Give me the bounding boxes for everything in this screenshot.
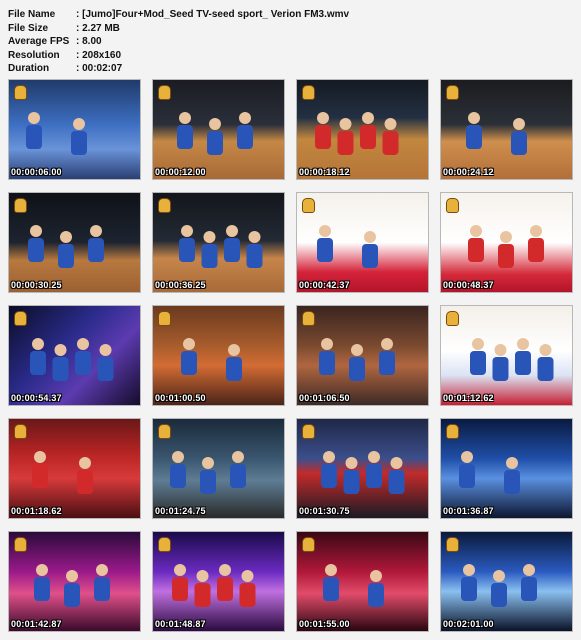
thumbnail-figures bbox=[317, 225, 378, 268]
thumbnail-timestamp: 00:00:06.00 bbox=[11, 167, 62, 177]
video-thumbnail[interactable]: 00:01:55.00 bbox=[296, 531, 429, 632]
channel-logo-icon bbox=[302, 424, 315, 439]
thumbnail-figures bbox=[28, 225, 104, 268]
thumbnail-timestamp: 00:02:01.00 bbox=[443, 619, 494, 629]
thumbnail-figures bbox=[172, 564, 256, 607]
thumbnail-timestamp: 00:00:30.25 bbox=[11, 280, 62, 290]
thumbnail-figures bbox=[319, 338, 395, 381]
channel-logo-icon bbox=[158, 424, 171, 439]
video-thumbnail[interactable]: 00:00:12.00 bbox=[152, 79, 285, 180]
thumbnail-timestamp: 00:01:55.00 bbox=[299, 619, 350, 629]
thumbnail-figures bbox=[34, 564, 110, 607]
channel-logo-icon bbox=[446, 198, 459, 213]
info-row-resolution: Resolution : 208x160 bbox=[8, 49, 349, 63]
video-thumbnail[interactable]: 00:01:12.62 bbox=[440, 305, 573, 406]
video-thumbnail[interactable]: 00:01:48.87 bbox=[152, 531, 285, 632]
video-thumbnail[interactable]: 00:00:30.25 bbox=[8, 192, 141, 293]
thumbnail-figures bbox=[179, 225, 263, 268]
thumbnail-timestamp: 00:01:00.50 bbox=[155, 393, 206, 403]
channel-logo-icon bbox=[158, 198, 171, 213]
thumbnail-figures bbox=[315, 112, 399, 155]
thumbnail-figures bbox=[170, 451, 246, 494]
thumbnail-figures bbox=[32, 451, 93, 494]
info-value: : 00:02:07 bbox=[76, 63, 123, 74]
channel-logo-icon bbox=[302, 537, 315, 552]
video-thumbnail[interactable]: 00:00:24.12 bbox=[440, 79, 573, 180]
thumbnail-figures bbox=[177, 112, 253, 155]
thumbnail-timestamp: 00:01:24.75 bbox=[155, 506, 206, 516]
video-thumbnail[interactable]: 00:01:36.87 bbox=[440, 418, 573, 519]
channel-logo-icon bbox=[446, 311, 459, 326]
video-thumbnail[interactable]: 00:01:00.50 bbox=[152, 305, 285, 406]
channel-logo-icon bbox=[158, 537, 171, 552]
thumbnail-grid: 00:00:06.00 00:00:12.00 00:00:18.12 00:00:2… bbox=[8, 79, 574, 635]
video-thumbnail[interactable]: 00:01:24.75 bbox=[152, 418, 285, 519]
thumbnail-timestamp: 00:01:36.87 bbox=[443, 506, 494, 516]
file-info-panel: File Name : [Jumo]Four+Mod_Seed TV-seed … bbox=[8, 8, 349, 76]
thumbnail-timestamp: 00:00:54.37 bbox=[11, 393, 62, 403]
thumbnail-figures bbox=[30, 338, 114, 381]
thumbnail-timestamp: 00:01:18.62 bbox=[11, 506, 62, 516]
info-row-file-name: File Name : [Jumo]Four+Mod_Seed TV-seed … bbox=[8, 8, 349, 22]
info-row-file-size: File Size : 2.27 MB bbox=[8, 22, 349, 36]
info-row-duration: Duration : 00:02:07 bbox=[8, 62, 349, 76]
thumbnail-figures bbox=[459, 451, 520, 494]
info-value: : [Jumo]Four+Mod_Seed TV-seed sport_ Ver… bbox=[76, 9, 350, 20]
channel-logo-icon bbox=[158, 85, 171, 100]
channel-logo-icon bbox=[14, 537, 27, 552]
channel-logo-icon bbox=[302, 85, 315, 100]
channel-logo-icon bbox=[446, 537, 459, 552]
channel-logo-icon bbox=[302, 311, 315, 326]
thumbnail-figures bbox=[461, 564, 537, 607]
thumbnail-timestamp: 00:01:30.75 bbox=[299, 506, 350, 516]
info-label: Resolution bbox=[8, 49, 60, 61]
video-thumbnail[interactable]: 00:01:18.62 bbox=[8, 418, 141, 519]
thumbnail-figures bbox=[466, 112, 527, 155]
channel-logo-icon bbox=[14, 85, 27, 100]
video-thumbnail[interactable]: 00:01:06.50 bbox=[296, 305, 429, 406]
thumbnail-timestamp: 00:00:48.37 bbox=[443, 280, 494, 290]
video-thumbnail[interactable]: 00:01:30.75 bbox=[296, 418, 429, 519]
thumbnail-figures bbox=[323, 564, 384, 607]
info-label: File Name bbox=[8, 9, 56, 20]
info-label: Duration bbox=[8, 63, 50, 74]
video-thumbnail[interactable]: 00:00:42.37 bbox=[296, 192, 429, 293]
info-value: : 208x160 bbox=[76, 49, 122, 61]
video-thumbnail[interactable]: 00:01:42.87 bbox=[8, 531, 141, 632]
channel-logo-icon bbox=[14, 424, 27, 439]
channel-logo-icon bbox=[14, 311, 27, 326]
channel-logo-icon bbox=[446, 424, 459, 439]
video-thumbnail[interactable]: 00:02:01.00 bbox=[440, 531, 573, 632]
thumbnail-timestamp: 00:00:36.25 bbox=[155, 280, 206, 290]
thumbnail-timestamp: 00:01:48.87 bbox=[155, 619, 206, 629]
thumbnail-figures bbox=[468, 225, 544, 268]
thumbnail-timestamp: 00:00:24.12 bbox=[443, 167, 494, 177]
video-thumbnail[interactable]: 00:00:06.00 bbox=[8, 79, 141, 180]
thumbnail-timestamp: 00:01:42.87 bbox=[11, 619, 62, 629]
thumbnail-timestamp: 00:01:06.50 bbox=[299, 393, 350, 403]
channel-logo-icon bbox=[158, 311, 171, 326]
thumbnail-timestamp: 00:00:12.00 bbox=[155, 167, 206, 177]
info-value: : 8.00 bbox=[76, 36, 102, 47]
thumbnail-figures bbox=[26, 112, 87, 155]
video-thumbnail[interactable]: 00:00:48.37 bbox=[440, 192, 573, 293]
channel-logo-icon bbox=[14, 198, 27, 213]
info-value: : 2.27 MB bbox=[76, 22, 120, 34]
info-row-average-fps: Average FPS : 8.00 bbox=[8, 35, 349, 49]
video-thumbnail[interactable]: 00:00:18.12 bbox=[296, 79, 429, 180]
video-thumbnail[interactable]: 00:00:36.25 bbox=[152, 192, 285, 293]
channel-logo-icon bbox=[302, 198, 315, 213]
channel-logo-icon bbox=[446, 85, 459, 100]
info-label: File Size bbox=[8, 22, 49, 34]
thumbnail-figures bbox=[181, 338, 242, 381]
video-thumbnail[interactable]: 00:00:54.37 bbox=[8, 305, 141, 406]
thumbnail-figures bbox=[321, 451, 405, 494]
thumbnail-timestamp: 00:00:18.12 bbox=[299, 167, 350, 177]
thumbnail-timestamp: 00:01:12.62 bbox=[443, 393, 494, 403]
thumbnail-timestamp: 00:00:42.37 bbox=[299, 280, 350, 290]
info-label: Average FPS bbox=[8, 36, 70, 47]
thumbnail-figures bbox=[470, 338, 554, 381]
